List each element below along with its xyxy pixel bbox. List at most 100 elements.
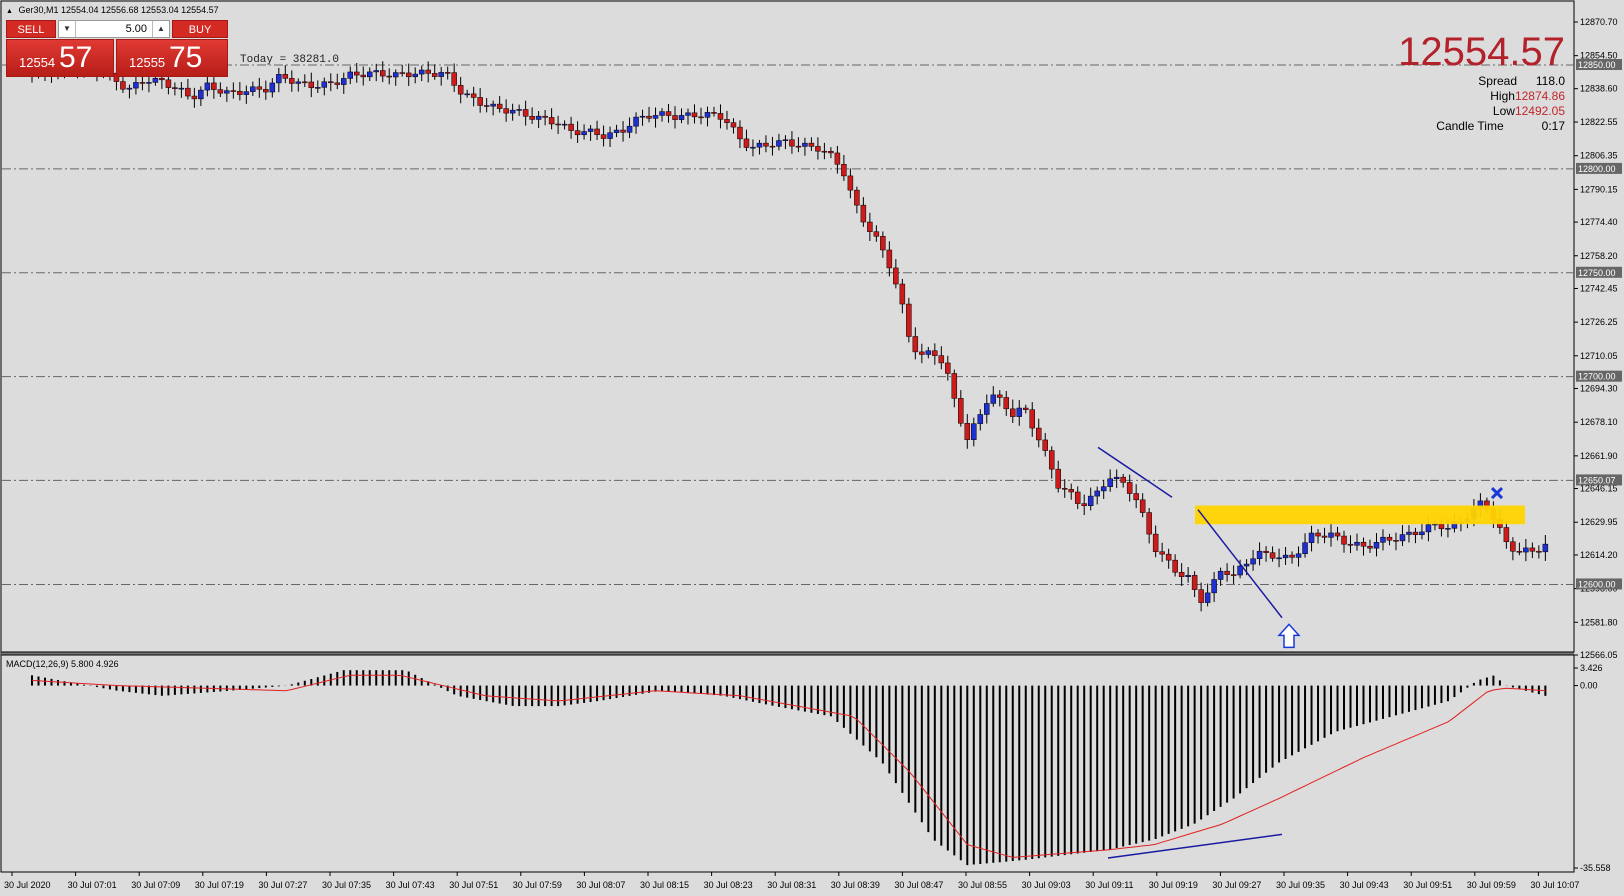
x-axis-tick-label: 30 Jul 08:31 bbox=[767, 880, 816, 890]
info-panel: 12554.57 Spread 118.0 High12874.86 Low124… bbox=[1398, 30, 1565, 134]
bear-candle bbox=[1536, 550, 1542, 553]
bear-candle bbox=[763, 142, 769, 147]
bull-candle bbox=[1087, 495, 1094, 506]
bull-candle bbox=[204, 82, 211, 91]
bull-candle bbox=[1302, 542, 1308, 555]
bull-candle bbox=[925, 350, 932, 355]
sell-button[interactable]: SELL bbox=[6, 20, 56, 38]
bear-candle bbox=[1334, 532, 1341, 537]
bear-candle bbox=[1126, 482, 1133, 494]
bear-candle bbox=[860, 204, 867, 223]
bull-candle bbox=[685, 112, 691, 116]
y-axis-tick-label: 12678.10 bbox=[1580, 417, 1618, 427]
bear-candle bbox=[477, 97, 483, 106]
buy-price-small: 12555 bbox=[129, 55, 166, 70]
bull-candle bbox=[1295, 553, 1302, 558]
bull-candle bbox=[1308, 532, 1315, 543]
high-value: 12874.86 bbox=[1514, 89, 1565, 103]
bull-candle bbox=[438, 72, 444, 77]
bear-candle bbox=[1048, 450, 1055, 470]
bear-candle bbox=[1224, 570, 1230, 575]
trendline-2 bbox=[1197, 509, 1283, 619]
bear-candle bbox=[899, 283, 906, 305]
bull-candle bbox=[639, 115, 646, 118]
x-axis-tick-label: 30 Jul 08:23 bbox=[704, 880, 753, 890]
x-axis-tick-label: 30 Jul 07:19 bbox=[195, 880, 244, 890]
bull-candle bbox=[652, 115, 659, 119]
bear-candle bbox=[912, 336, 919, 353]
low-row: Low12492.05 bbox=[1398, 104, 1565, 119]
sell-price-small: 12554 bbox=[19, 55, 56, 70]
bull-candle bbox=[1523, 547, 1529, 553]
bear-candle bbox=[1230, 574, 1237, 576]
bull-candle bbox=[1406, 531, 1412, 535]
bull-candle bbox=[133, 82, 139, 89]
bear-candle bbox=[444, 72, 451, 74]
bear-candle bbox=[1172, 559, 1178, 573]
bear-candle bbox=[451, 72, 457, 86]
bull-candle bbox=[1113, 476, 1120, 480]
bear-candle bbox=[717, 113, 724, 120]
price-level-label: 12700.00 bbox=[1578, 372, 1616, 382]
bull-candle bbox=[1399, 534, 1406, 542]
bear-candle bbox=[354, 71, 360, 76]
bear-candle bbox=[172, 87, 178, 89]
bear-candle bbox=[334, 82, 341, 85]
bear-candle bbox=[841, 164, 847, 177]
y-axis-tick-label: 12790.15 bbox=[1580, 184, 1618, 194]
bear-candle bbox=[789, 139, 795, 147]
bear-candle bbox=[724, 119, 730, 123]
bull-candle bbox=[1328, 532, 1334, 538]
macd-axis-tick-label: 3.426 bbox=[1580, 663, 1603, 673]
y-axis-tick-label: 12838.60 bbox=[1580, 84, 1618, 94]
x-axis-tick-label: 30 Jul 09:43 bbox=[1340, 880, 1389, 890]
bear-candle bbox=[1269, 552, 1276, 559]
bear-candle bbox=[1165, 553, 1172, 561]
bear-candle bbox=[1074, 491, 1081, 504]
bear-candle bbox=[470, 93, 477, 98]
x-axis-tick-label: 30 Jul 08:55 bbox=[958, 880, 1007, 890]
bear-candle bbox=[1003, 397, 1010, 410]
bear-candle bbox=[230, 90, 237, 92]
x-axis-tick-label: 30 Jul 2020 bbox=[4, 880, 51, 890]
buy-price-box[interactable]: 12555 75 bbox=[116, 39, 228, 77]
bear-candle bbox=[672, 115, 678, 120]
symbol-line: Ger30,M1 12554.04 12556.68 12553.04 1255… bbox=[18, 5, 219, 15]
bear-candle bbox=[386, 75, 392, 78]
bull-candle bbox=[1217, 570, 1224, 580]
bull-candle bbox=[250, 86, 256, 92]
bull-candle bbox=[1204, 592, 1211, 603]
bull-candle bbox=[1016, 407, 1023, 417]
bull-candle bbox=[516, 109, 522, 111]
bear-candle bbox=[548, 117, 555, 125]
sell-price-big: 57 bbox=[59, 41, 93, 74]
bear-candle bbox=[185, 87, 191, 97]
bear-candle bbox=[263, 89, 269, 93]
bull-candle bbox=[146, 82, 152, 84]
bull-candle bbox=[198, 89, 204, 100]
lot-down-icon[interactable]: ▼ bbox=[59, 21, 76, 37]
trendline-1 bbox=[1097, 446, 1173, 498]
sell-price-box[interactable]: 12554 57 bbox=[6, 39, 114, 77]
bear-candle bbox=[1035, 427, 1042, 441]
buy-button[interactable]: BUY bbox=[172, 20, 228, 38]
lot-up-icon[interactable]: ▲ bbox=[152, 21, 169, 37]
bear-candle bbox=[1360, 541, 1367, 547]
bear-candle bbox=[1042, 439, 1048, 451]
bull-candle bbox=[626, 125, 633, 133]
bear-candle bbox=[237, 90, 243, 95]
bull-candle bbox=[412, 73, 418, 78]
bear-candle bbox=[1061, 488, 1068, 490]
collapse-icon[interactable]: ▲ bbox=[6, 8, 13, 15]
bear-candle bbox=[522, 109, 529, 117]
bull-candle bbox=[152, 77, 159, 83]
bear-candle bbox=[834, 152, 841, 165]
lot-size-field[interactable]: ▼ 5.00 ▲ bbox=[58, 20, 170, 38]
bear-candle bbox=[503, 108, 509, 114]
lot-size-value[interactable]: 5.00 bbox=[126, 21, 147, 37]
x-axis-tick-label: 30 Jul 08:15 bbox=[640, 880, 689, 890]
bull-candle bbox=[587, 128, 594, 132]
y-axis-tick-label: 12614.20 bbox=[1580, 550, 1618, 560]
bull-candle bbox=[756, 142, 763, 148]
bear-candle bbox=[1412, 531, 1419, 536]
